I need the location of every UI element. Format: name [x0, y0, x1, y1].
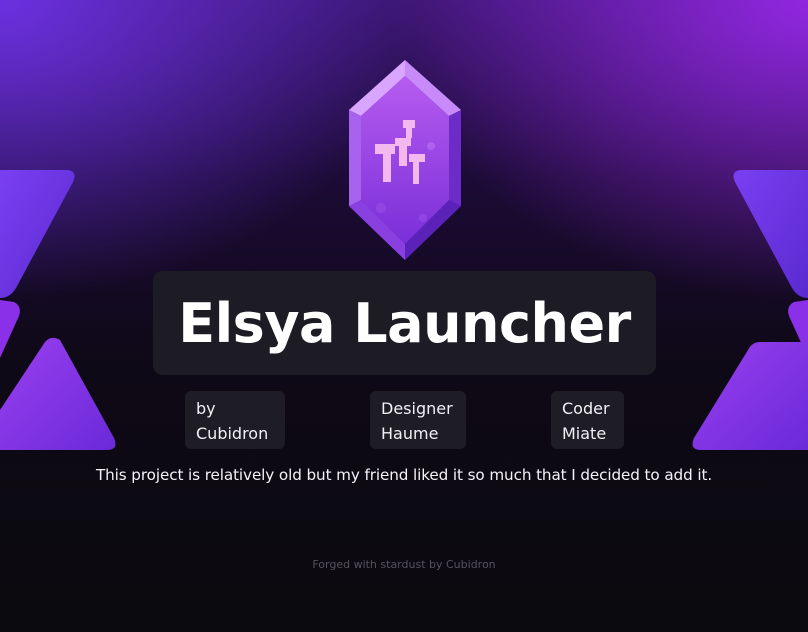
credit-author: by Cubidron: [185, 391, 285, 449]
credit-coder-role: Coder: [562, 399, 610, 418]
credit-coder-name: Miate: [562, 424, 607, 443]
title-card: Elsya Launcher: [153, 271, 656, 375]
credit-author-role: by: [196, 399, 216, 418]
credit-designer-role: Designer: [381, 399, 453, 418]
project-description: This project is relatively old but my fr…: [95, 466, 713, 484]
footer-credit: Forged with stardust by Cubidron: [312, 558, 496, 571]
credit-designer: Designer Haume: [370, 391, 466, 449]
right-decor-shapes: [692, 170, 808, 450]
purple-crystal-gem-icon: [349, 60, 461, 260]
credit-designer-name: Haume: [381, 424, 439, 443]
page-title: Elsya Launcher: [178, 291, 631, 355]
left-decor-shapes: [0, 170, 116, 450]
credit-coder: Coder Miate: [551, 391, 624, 449]
credit-author-name: Cubidron: [196, 424, 269, 443]
